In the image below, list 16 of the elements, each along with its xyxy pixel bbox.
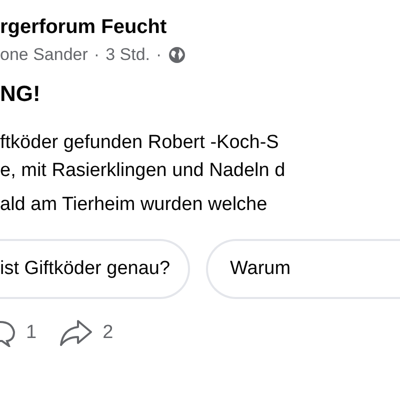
share-icon [58,319,93,347]
post-text: ald am Tierheim wurden welche [0,193,268,217]
suggestion-chip[interactable]: ist Giftköder genau? [0,239,190,299]
globe-icon [168,46,186,64]
post-time[interactable]: 3 Std. [106,43,150,67]
author-name[interactable]: one Sander [0,43,88,67]
separator-dot: · [156,44,162,66]
post-text-line: ftköder gefunden Robert -Koch-S [0,131,280,155]
separator-dot: · [94,44,100,66]
comment-icon [0,319,16,347]
post-text-line: e, mit Rasierklingen und Nadeln d [0,159,286,183]
post-headline: NG! [0,80,42,108]
group-name[interactable]: rgerforum Feucht [0,13,400,41]
comment-button[interactable]: 1 [0,319,37,347]
share-button[interactable]: 2 [58,319,114,347]
suggestion-chip[interactable]: Warum [206,239,400,299]
